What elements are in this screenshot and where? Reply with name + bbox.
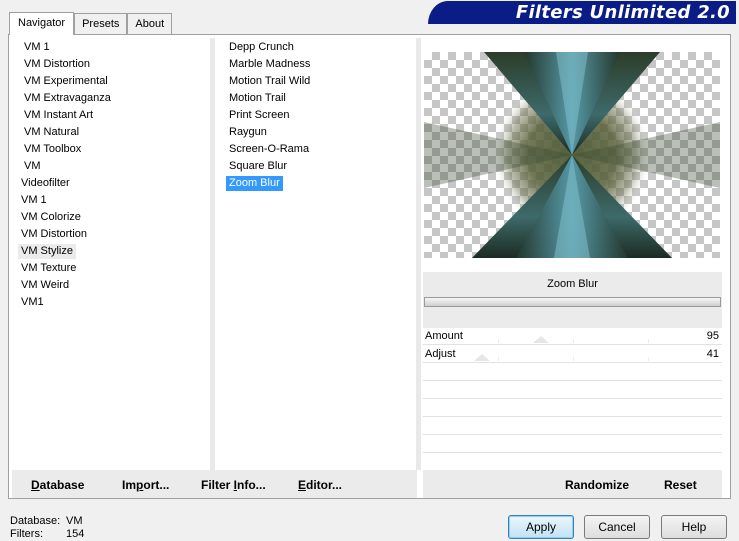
slider-tick (498, 339, 499, 343)
category-item[interactable]: VM Colorize (18, 210, 84, 225)
slider-tick (648, 357, 649, 361)
reset-button[interactable]: Reset (664, 478, 697, 492)
filter-item[interactable]: Marble Madness (226, 57, 313, 72)
category-item[interactable]: Videofilter (18, 176, 73, 191)
database-status-value: VM (66, 515, 83, 527)
filter-item[interactable]: Square Blur (226, 159, 290, 174)
category-item[interactable]: VM Distortion (21, 57, 93, 72)
empty-control-row (423, 452, 722, 453)
slider-amount[interactable]: Amount 95 (423, 328, 722, 345)
apply-button[interactable]: Apply (508, 515, 574, 539)
filter-name-label: Zoom Blur (547, 278, 598, 290)
filter-item[interactable]: Raygun (226, 125, 270, 140)
empty-control-row (423, 398, 722, 399)
import-button[interactable]: Import... (122, 478, 169, 492)
filters-count-label: Filters: (10, 528, 43, 540)
category-list[interactable]: VM 1 VM Distortion VM Experimental VM Extra… (9, 37, 210, 470)
app-banner: Filters Unlimited 2.0 (428, 1, 736, 24)
category-item[interactable]: VM Toolbox (21, 142, 84, 157)
slider-adjust-value: 41 (706, 348, 719, 360)
tab-navigator[interactable]: Navigator (9, 12, 75, 35)
slider-amount-value: 95 (706, 330, 719, 342)
empty-control-row (423, 416, 722, 417)
tab-about[interactable]: About (127, 13, 173, 34)
zoom-blur-preview-art (424, 52, 720, 258)
progress-bar (424, 297, 721, 307)
cancel-button[interactable]: Cancel (584, 515, 650, 539)
category-item[interactable]: VM Texture (18, 261, 79, 276)
database-status-label: Database: (10, 515, 61, 527)
filter-item[interactable]: Screen-O-Rama (226, 142, 312, 157)
slider-adjust[interactable]: Adjust 41 (423, 346, 722, 363)
slider-tick (648, 339, 649, 343)
column-divider (416, 38, 421, 470)
category-item[interactable]: VM Distortion (18, 227, 90, 242)
category-item[interactable]: VM1 (18, 295, 47, 310)
category-item[interactable]: VM Instant Art (21, 108, 96, 123)
help-button[interactable]: Help (661, 515, 727, 539)
category-item[interactable]: VM (21, 159, 44, 174)
database-button[interactable]: Database (31, 478, 84, 492)
filter-item[interactable]: Depp Crunch (226, 40, 297, 55)
category-item[interactable]: VM Extravaganza (21, 91, 114, 106)
slider-tick (498, 357, 499, 361)
filter-item[interactable]: Motion Trail Wild (226, 74, 313, 89)
filter-preview-image (424, 52, 720, 258)
filters-count-value: 154 (66, 528, 85, 540)
slider-amount-label: Amount (425, 330, 463, 342)
category-item[interactable]: VM 1 (21, 40, 53, 55)
control-toolbar: Randomize Reset (423, 470, 722, 498)
slider-amount-thumb[interactable] (533, 336, 549, 343)
slider-adjust-label: Adjust (425, 348, 456, 360)
empty-control-row (423, 380, 722, 381)
filter-info-button[interactable]: Filter Info... (201, 478, 266, 492)
slider-tick (573, 357, 574, 361)
category-item[interactable]: VM Weird (18, 278, 72, 293)
editor-button[interactable]: Editor... (298, 478, 342, 492)
category-item[interactable]: VM 1 (18, 193, 50, 208)
empty-control-row (423, 434, 722, 435)
filter-item[interactable]: Motion Trail (226, 91, 289, 106)
column-divider (210, 38, 215, 470)
filter-item[interactable]: Zoom Blur (226, 176, 283, 191)
filter-list[interactable]: Depp Crunch Marble Madness Motion Trail Wi… (216, 37, 416, 470)
navigator-toolbar: Database Import... Filter Info... Editor… (12, 470, 417, 498)
filter-control-header: Zoom Blur (423, 272, 722, 328)
filter-item[interactable]: Print Screen (226, 108, 293, 123)
slider-tick (573, 339, 574, 343)
category-item[interactable]: VM Stylize (18, 244, 76, 259)
randomize-button[interactable]: Randomize (565, 478, 629, 492)
category-item[interactable]: VM Natural (21, 125, 82, 140)
slider-adjust-thumb[interactable] (474, 354, 490, 361)
category-item[interactable]: VM Experimental (21, 74, 111, 89)
tab-bar: Navigator Presets About (9, 12, 173, 35)
tab-presets[interactable]: Presets (74, 13, 128, 34)
